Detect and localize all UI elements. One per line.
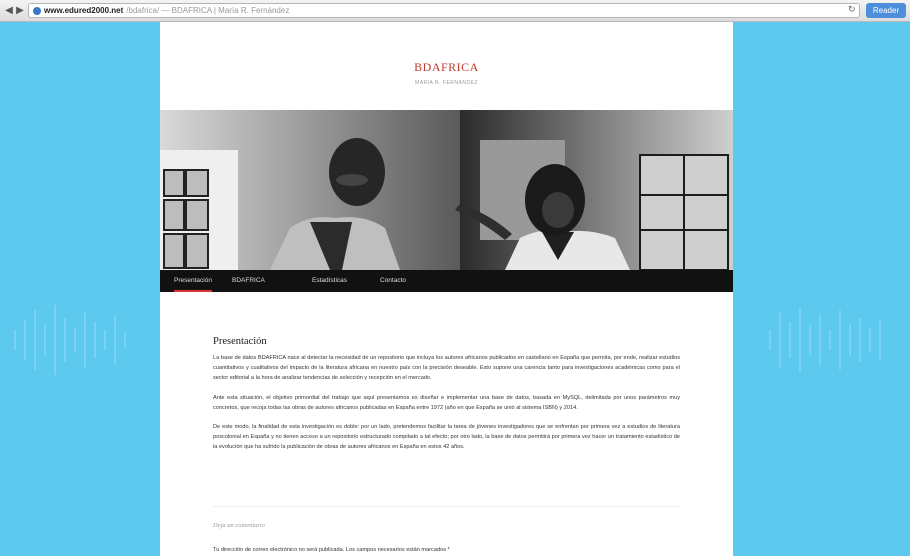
main-content: Presentación La base de datos BDAFRICA n… <box>213 336 680 462</box>
nav-item-presentacion[interactable]: Presentación <box>174 270 212 292</box>
page-container: BDAFRICA MARÍA R. FERNÁNDEZ Presentación… <box>160 22 733 556</box>
header-image <box>160 110 733 270</box>
comments-divider <box>213 506 680 507</box>
background-wave-left <box>14 305 126 375</box>
url-path-and-title: /bdafrica/ — BDAFRICA | María R. Fernánd… <box>126 6 290 15</box>
site-title[interactable]: BDAFRICA <box>160 60 733 75</box>
main-navigation: Presentación BDAFRICA Estadísticas Conta… <box>160 270 733 292</box>
site-subtitle: MARÍA R. FERNÁNDEZ <box>415 80 478 86</box>
browser-toolbar: ◀ ▶ www.edured2000.net/bdafrica/ — BDAFR… <box>0 0 910 22</box>
forward-icon[interactable]: ▶ <box>14 5 26 17</box>
paragraph-2: Ante esta situación, el objetivo primord… <box>213 394 680 411</box>
header-photo <box>160 110 733 270</box>
page-heading: Presentación <box>213 336 267 347</box>
url-domain: www.edured2000.net <box>44 6 124 15</box>
comment-form-note: Tu dirección de correo electrónico no se… <box>213 547 450 553</box>
paragraph-3: De este modo, la finalidad de esta inves… <box>213 424 680 451</box>
site-globe-icon <box>33 6 41 15</box>
background-wave-right <box>769 308 881 372</box>
nav-item-contacto[interactable]: Contacto <box>380 270 406 292</box>
reader-button[interactable]: Reader <box>866 3 906 18</box>
paragraph-1: La base de datos BDAFRICA nace al detect… <box>213 355 680 382</box>
nav-item-estadisticas[interactable]: Estadísticas <box>312 270 347 292</box>
nav-item-bdafrica[interactable]: BDAFRICA <box>232 270 265 292</box>
reload-icon[interactable]: ↻ <box>848 4 856 15</box>
comment-form-title: Deja un comentario <box>213 522 265 529</box>
address-bar[interactable]: www.edured2000.net/bdafrica/ — BDAFRICA … <box>28 3 860 18</box>
